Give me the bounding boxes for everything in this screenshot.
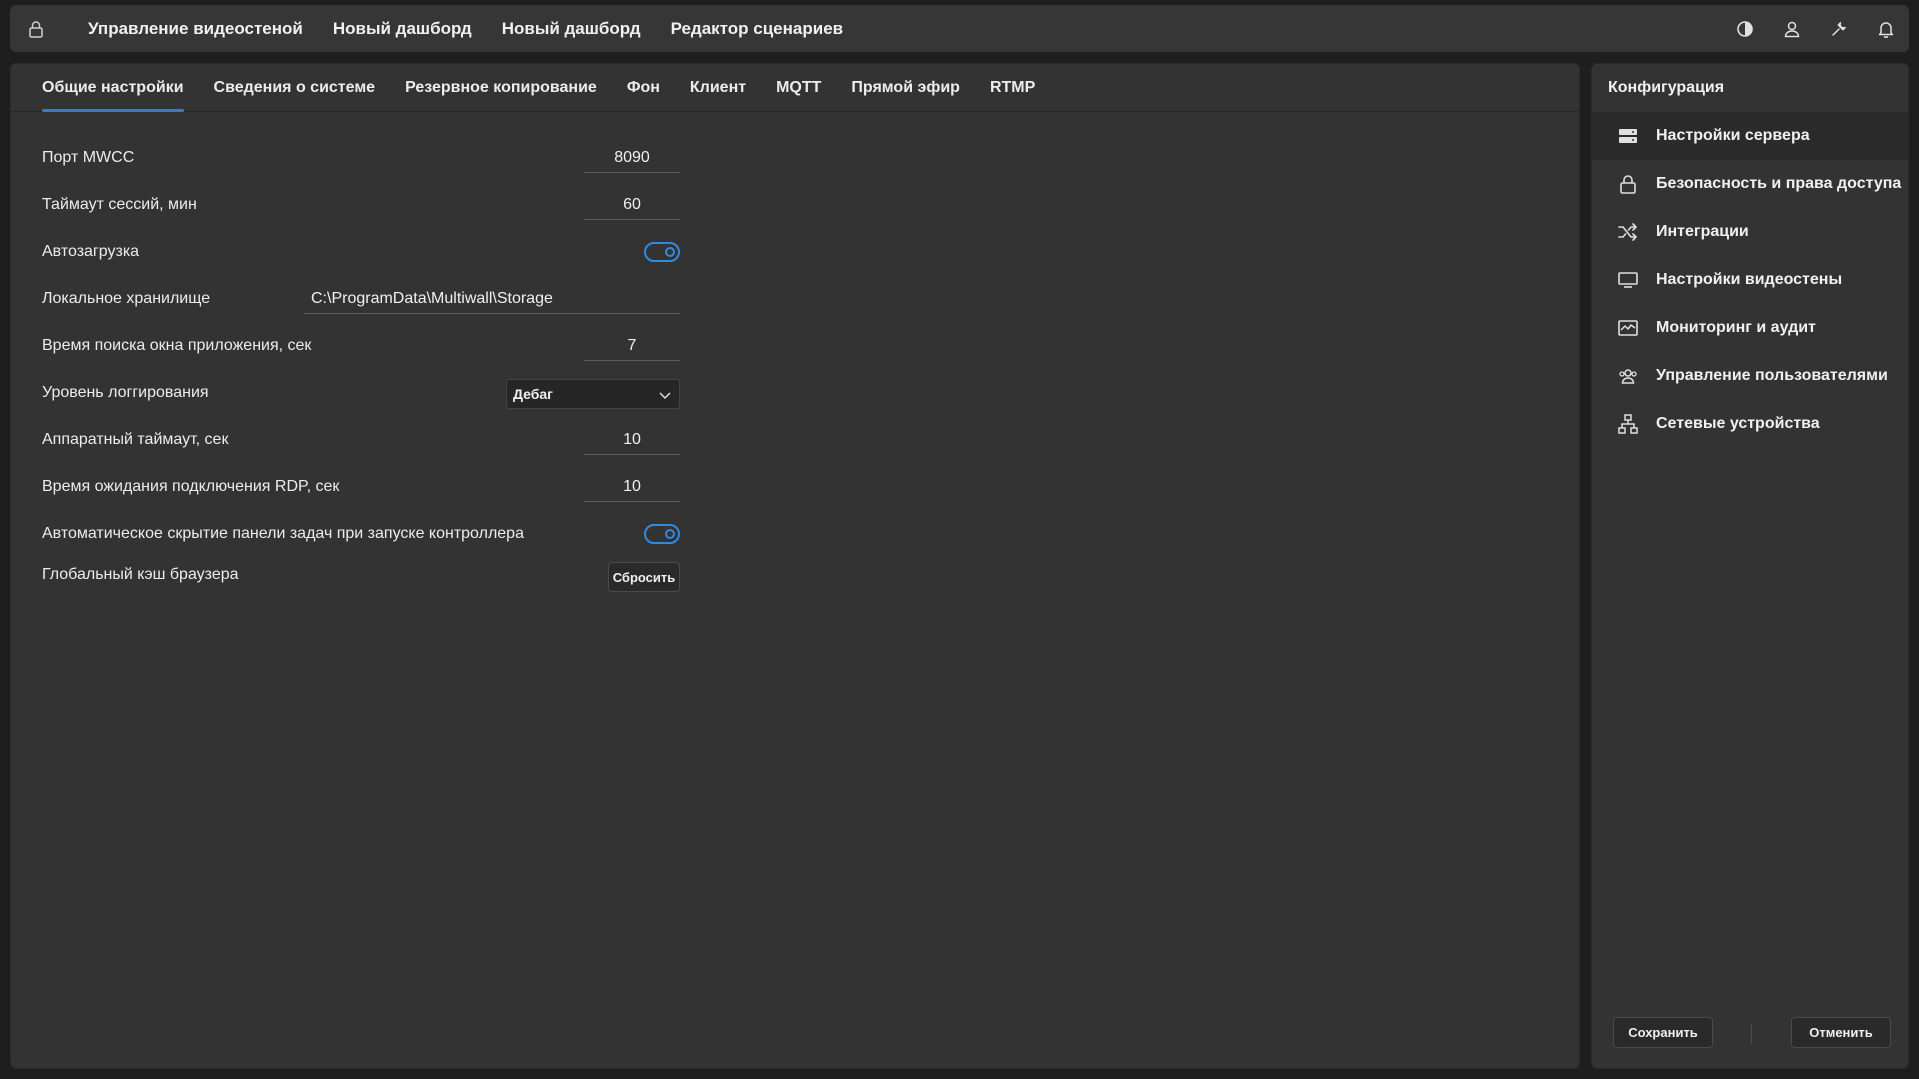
sidebar-item-server[interactable]: Настройки сервера <box>1592 112 1908 160</box>
top-tools <box>1721 5 1909 52</box>
nav-videowall[interactable]: Управление видеостеной <box>88 19 303 39</box>
sidebar-item-label: Интеграции <box>1656 223 1749 240</box>
setting-browser-cache: Глобальный кэш браузера Сбросить <box>42 560 680 592</box>
monitor-icon <box>1617 269 1639 291</box>
tab-system-info[interactable]: Сведения о системе <box>214 64 376 112</box>
cache-label: Глобальный кэш браузера <box>42 566 239 583</box>
autoload-toggle[interactable] <box>644 242 680 262</box>
nav-scenario-editor[interactable]: Редактор сценариев <box>671 19 844 39</box>
theme-toggle-icon[interactable] <box>1721 5 1768 52</box>
session-timeout-label: Таймаут сессий, мин <box>42 196 197 213</box>
sidebar-item-videowall[interactable]: Настройки видеостены <box>1592 256 1908 304</box>
rdp-timeout-input[interactable]: 10 <box>584 472 680 502</box>
sidebar-title: Конфигурация <box>1608 79 1725 96</box>
save-button[interactable]: Сохранить <box>1613 1017 1713 1048</box>
bell-icon[interactable] <box>1862 5 1909 52</box>
chevron-down-icon <box>657 387 673 403</box>
tab-general[interactable]: Общие настройки <box>42 64 184 112</box>
sidebar-item-monitoring[interactable]: Мониторинг и аудит <box>1592 304 1908 352</box>
setting-storage: Локальное хранилище C:\ProgramData\Multi… <box>42 284 680 314</box>
setting-log-level: Уровень логгирования Дебаг <box>42 378 680 409</box>
sidebar-item-label: Настройки сервера <box>1656 127 1810 144</box>
hw-timeout-input[interactable]: 10 <box>584 425 680 455</box>
network-icon <box>1617 413 1639 435</box>
users-icon <box>1617 365 1639 387</box>
port-label: Порт MWCC <box>42 149 135 166</box>
nav-dashboard-1[interactable]: Новый дашборд <box>333 19 472 39</box>
sidebar-item-integrations[interactable]: Интеграции <box>1592 208 1908 256</box>
autohide-toggle[interactable] <box>644 524 680 544</box>
tab-mqtt[interactable]: MQTT <box>776 64 821 112</box>
autoload-label: Автозагрузка <box>42 243 140 260</box>
sidebar-item-users[interactable]: Управление пользователями <box>1592 352 1908 400</box>
setting-port: Порт MWCC 8090 <box>42 143 680 173</box>
config-sidebar: Конфигурация Настройки сервера Безопасно… <box>1591 63 1909 1069</box>
cancel-button[interactable]: Отменить <box>1791 1017 1891 1048</box>
lock-icon <box>1617 173 1639 195</box>
nav-dashboard-2[interactable]: Новый дашборд <box>502 19 641 39</box>
sidebar-item-security[interactable]: Безопасность и права доступа <box>1592 160 1908 208</box>
tab-backup[interactable]: Резервное копирование <box>405 64 597 112</box>
shuffle-icon <box>1617 221 1639 243</box>
setting-window-search: Время поиска окна приложения, сек 7 <box>42 331 680 361</box>
settings-tabs: Общие настройки Сведения о системе Резер… <box>11 64 1579 112</box>
log-level-select[interactable]: Дебаг <box>506 379 680 409</box>
window-search-label: Время поиска окна приложения, сек <box>42 337 312 354</box>
wrench-icon[interactable] <box>1815 5 1862 52</box>
sidebar-item-label: Управление пользователями <box>1656 367 1888 384</box>
setting-autohide-taskbar: Автоматическое скрытие панели задач при … <box>42 519 680 549</box>
button-divider <box>1751 1024 1752 1044</box>
log-level-label: Уровень логгирования <box>42 384 209 401</box>
top-bar: Управление видеостеной Новый дашборд Нов… <box>10 5 1909 52</box>
setting-rdp-timeout: Время ожидания подключения RDP, сек 10 <box>42 472 680 502</box>
session-timeout-input[interactable]: 60 <box>584 190 680 220</box>
sidebar-item-label: Настройки видеостены <box>1656 271 1843 288</box>
sidebar-item-label: Сетевые устройства <box>1656 415 1820 432</box>
tab-client[interactable]: Клиент <box>690 64 746 112</box>
settings-panel: Общие настройки Сведения о системе Резер… <box>10 63 1580 1069</box>
user-icon[interactable] <box>1768 5 1815 52</box>
tab-rtmp[interactable]: RTMP <box>990 64 1035 112</box>
reset-cache-button[interactable]: Сбросить <box>608 562 680 592</box>
port-input[interactable]: 8090 <box>584 143 680 173</box>
server-icon <box>1617 125 1639 147</box>
setting-autoload: Автозагрузка <box>42 237 680 267</box>
sidebar-item-network[interactable]: Сетевые устройства <box>1592 400 1908 448</box>
window-search-input[interactable]: 7 <box>584 331 680 361</box>
storage-label: Локальное хранилище <box>42 290 211 307</box>
monitoring-icon <box>1617 317 1639 339</box>
sidebar-item-label: Безопасность и права доступа <box>1656 175 1902 192</box>
tab-background[interactable]: Фон <box>627 64 660 112</box>
setting-hw-timeout: Аппаратный таймаут, сек 10 <box>42 425 680 455</box>
tab-live[interactable]: Прямой эфир <box>851 64 960 112</box>
setting-session-timeout: Таймаут сессий, мин 60 <box>42 190 680 220</box>
rdp-timeout-label: Время ожидания подключения RDP, сек <box>42 478 340 495</box>
top-nav: Управление видеостеной Новый дашборд Нов… <box>88 5 843 52</box>
lock-icon[interactable] <box>25 18 47 40</box>
log-level-value: Дебаг <box>513 386 554 402</box>
sidebar-item-label: Мониторинг и аудит <box>1656 319 1816 336</box>
hw-timeout-label: Аппаратный таймаут, сек <box>42 431 229 448</box>
autohide-label: Автоматическое скрытие панели задач при … <box>42 525 524 542</box>
storage-path-input[interactable]: C:\ProgramData\Multiwall\Storage <box>304 284 680 314</box>
